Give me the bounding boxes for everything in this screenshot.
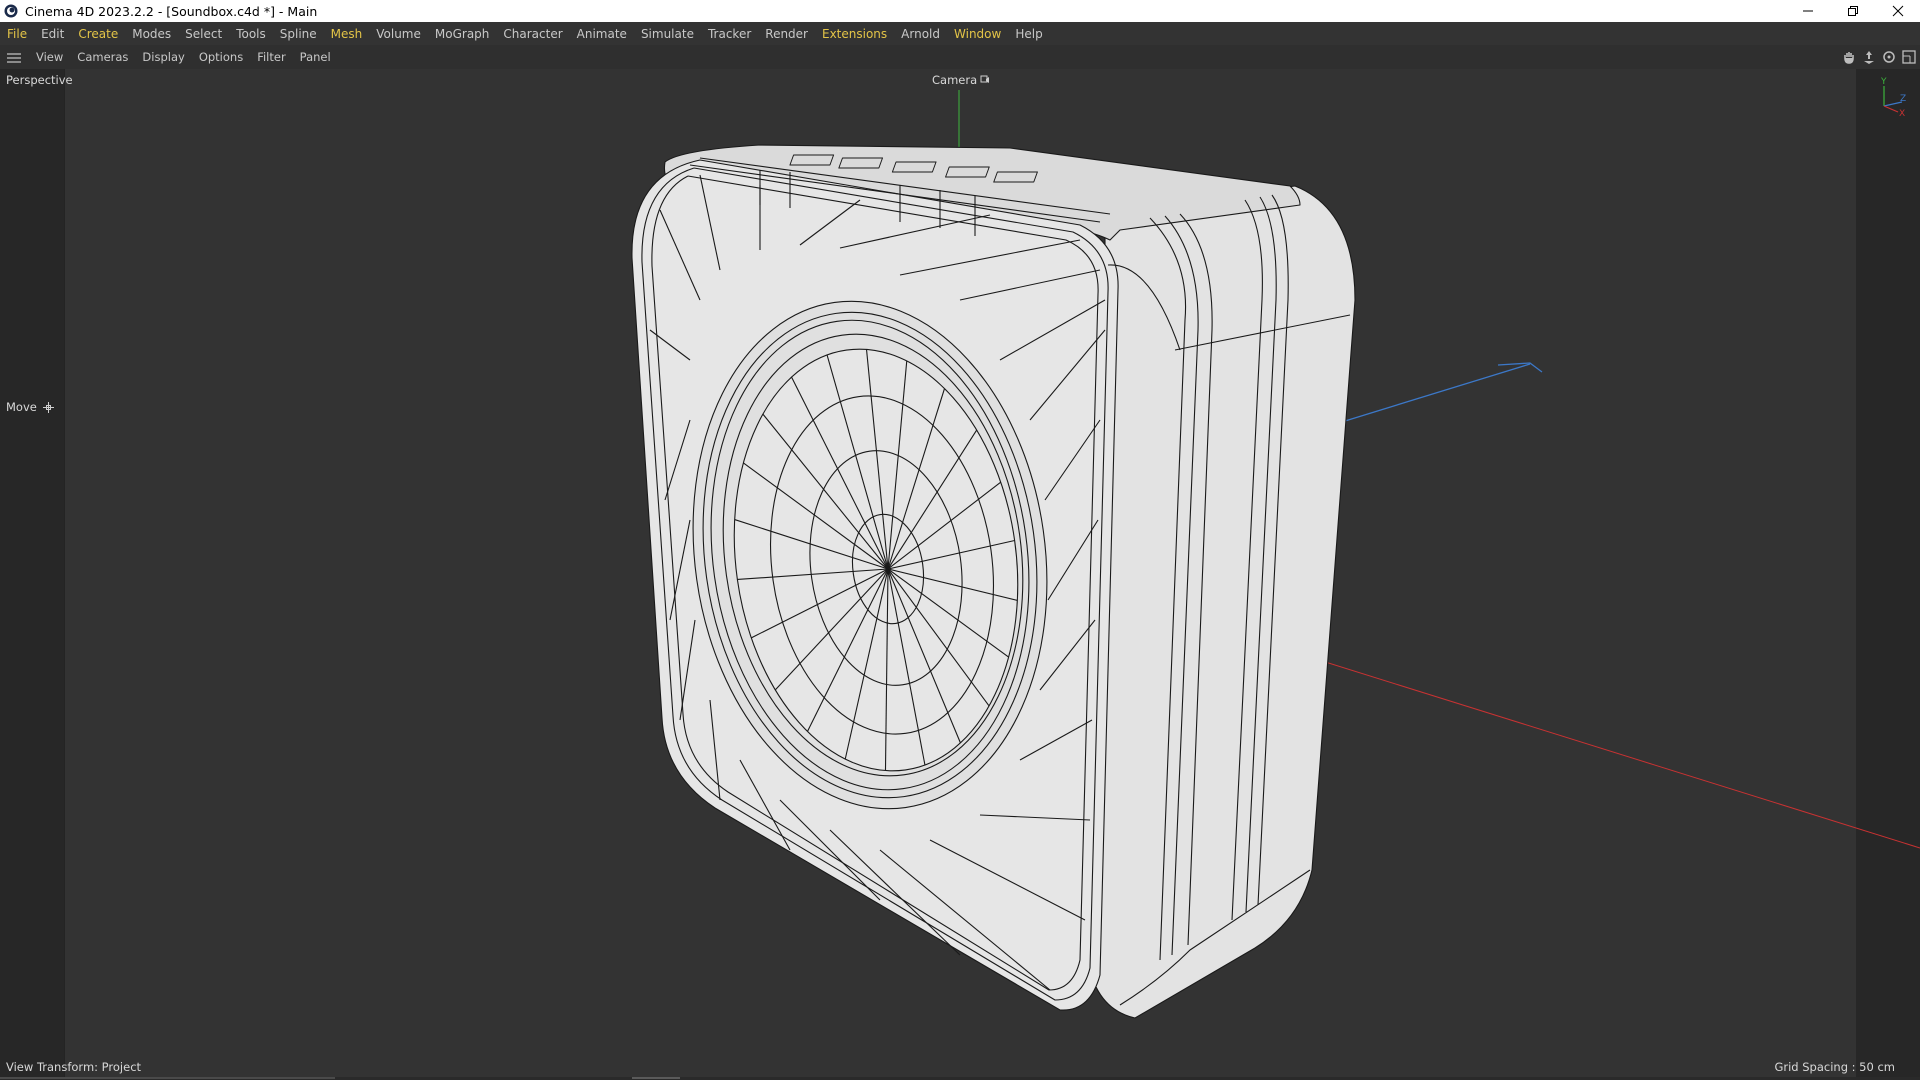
move-tool-icon [42, 401, 54, 413]
world-z-axis [1344, 363, 1531, 422]
viewport-name-label: Perspective [6, 73, 73, 87]
active-tool-name: Move [6, 400, 37, 414]
view-transform-status: View Transform: Project [6, 1060, 142, 1074]
gizmo-z-label: Z [1900, 94, 1906, 104]
camera-name: Camera [932, 73, 978, 87]
active-tool-indicator: Move [6, 400, 54, 414]
soundbox-mesh [631, 144, 1356, 1019]
world-x-axis [1254, 639, 1920, 849]
camera-link-icon [980, 75, 990, 83]
axis-gizmo: Y Z X [1880, 77, 1906, 119]
grid-spacing-status: Grid Spacing : 50 cm [1774, 1060, 1895, 1074]
viewport-scene: Y Z X [631, 77, 1920, 1019]
gizmo-x-label: X [1899, 109, 1905, 119]
active-camera-label[interactable]: Camera [932, 73, 990, 87]
gizmo-y-label: Y [1880, 77, 1887, 87]
